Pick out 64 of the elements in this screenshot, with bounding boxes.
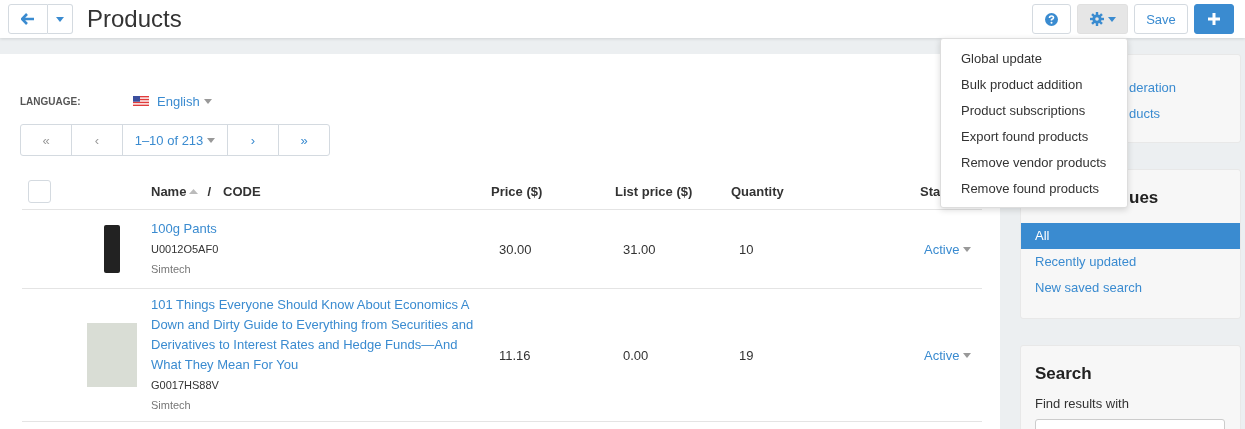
panel-title: Search [1035,364,1092,383]
sort-up-icon [189,188,199,194]
add-button[interactable] [1194,4,1234,34]
quantity-cell-text: 19 [738,347,754,363]
gear-icon [1089,12,1104,26]
plus-icon [1208,13,1220,25]
product-photo-placeholder [103,225,120,273]
sidebar-link[interactable]: deration [1129,80,1176,95]
price-cell-text: 30.00 [498,241,532,257]
list-price-cell-text: 0.00 [622,347,649,363]
menu-item[interactable]: Remove vendor products [941,150,1127,176]
product-name-link[interactable]: 101 Things Everyone Should Know About Economics A Down and Dirty Guide to Everything from Securities and Derivatives to Interest Rates and Hedge Funds—And What They Mean For You [151,295,491,375]
column-separator: / [207,183,212,199]
menu-item[interactable]: Product subscriptions [941,98,1127,124]
menu-item[interactable]: Bulk product addition [941,72,1127,98]
caret-icon [56,16,64,22]
field-label: Find results with [1035,396,1129,411]
product-code: G0017HS88V [151,378,220,393]
sidebar-link[interactable]: ducts [1129,106,1161,121]
saved-search-item[interactable]: New saved search [1021,275,1240,301]
menu-item[interactable]: Remove found products [941,176,1127,202]
column-header[interactable]: Price ($) [491,183,543,199]
panel-title: ues [1129,188,1159,207]
flag-icon [133,96,149,106]
saved-search-item[interactable]: Recently updated [1021,249,1240,275]
settings-dropdown-button[interactable] [1077,4,1128,34]
select-all-checkbox[interactable] [28,179,51,203]
product-name-link[interactable]: 100g Pants [151,219,491,239]
status-dropdown[interactable]: Active [920,347,972,363]
help-button[interactable] [1032,4,1071,34]
vendor-name: Simtech [151,398,192,413]
caret-icon [207,137,216,143]
page-title: Products [87,5,182,33]
caret-icon [1107,16,1116,22]
caret-icon [203,98,212,104]
column-header[interactable]: Quantity [731,183,784,199]
save-button[interactable]: Save [1134,4,1188,34]
next-page-button[interactable]: › [227,124,279,156]
column-header[interactable]: Sta [920,183,941,199]
arrow-left-icon [21,13,35,25]
caret-icon [963,352,972,358]
first-page-button[interactable]: « [20,124,72,156]
previous-page-button[interactable]: ‹ [71,124,123,156]
vendor-name: Simtech [151,262,192,277]
column-header[interactable]: CODE [223,183,261,199]
status-dropdown[interactable]: Active [920,241,972,257]
list-price-cell-text: 31.00 [622,241,656,257]
page-range-dropdown[interactable]: 1–10 of 213 [122,124,228,156]
menu-item[interactable]: Export found products [941,124,1127,150]
menu-item[interactable]: Global update [941,46,1127,72]
language-label: LANGUAGE: [20,95,82,107]
caret-icon [963,246,972,252]
history-dropdown-button[interactable] [48,4,73,34]
last-page-button[interactable]: » [278,124,330,156]
product-photo-placeholder [86,323,137,387]
help-icon [1045,12,1058,26]
saved-search-item[interactable]: All [1021,223,1240,249]
column-header[interactable]: Name [151,183,187,199]
back-button[interactable] [8,4,48,34]
quantity-cell-text: 10 [738,241,754,257]
column-header[interactable]: List price ($) [615,183,693,199]
price-cell-text: 11.16 [498,347,531,363]
product-code: U0012O5AF0 [151,242,220,257]
language-dropdown[interactable]: English [157,93,212,109]
